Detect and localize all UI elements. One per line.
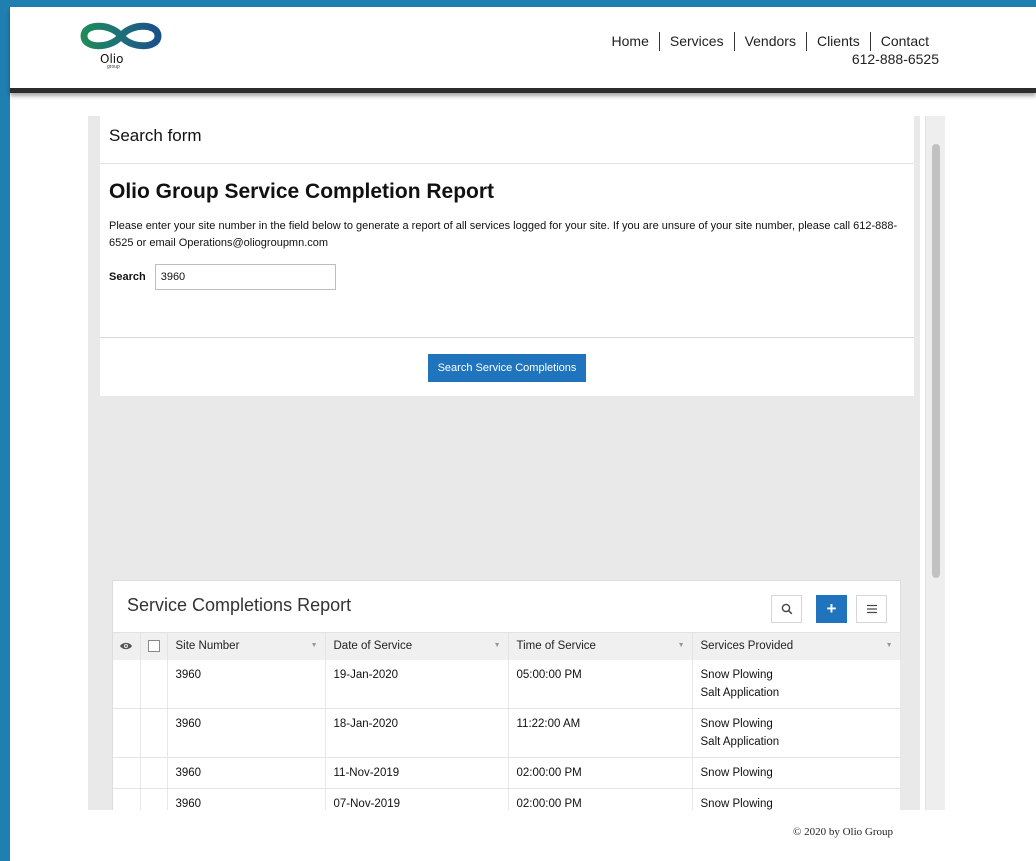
row-select-cell[interactable] xyxy=(140,659,168,709)
nav-services[interactable]: Services xyxy=(658,32,734,51)
cell-services: Snow Plowing Salt Application xyxy=(692,708,901,758)
row-select-cell[interactable] xyxy=(140,708,168,758)
report-table: Site Number ▼ Date of Service ▼ Time of … xyxy=(113,632,901,810)
add-button[interactable]: + xyxy=(816,595,847,623)
nav-vendors[interactable]: Vendors xyxy=(733,32,806,51)
sort-caret-icon[interactable]: ▼ xyxy=(678,642,685,649)
service-item: Snow Plowing xyxy=(700,797,773,810)
cell-services: Snow Plowing Salt Application xyxy=(692,659,901,709)
search-label: Search xyxy=(109,271,146,283)
cell-site-number: 3960 xyxy=(167,708,326,758)
page-scrollbar[interactable] xyxy=(925,116,945,810)
cell-date: 19-Jan-2020 xyxy=(325,659,509,709)
column-header-services-provided[interactable]: Services Provided ▼ xyxy=(692,632,901,660)
cell-date: 18-Jan-2020 xyxy=(325,708,509,758)
sort-caret-icon[interactable]: ▼ xyxy=(494,642,501,649)
site-header: Olio group Home Services Vendors Clients… xyxy=(10,7,1036,93)
menu-icon xyxy=(866,604,877,614)
service-item: Snow Plowing xyxy=(700,717,773,730)
form-body: Olio Group Service Completion Report Ple… xyxy=(100,164,914,338)
plus-icon: + xyxy=(826,599,837,618)
cell-site-number: 3960 xyxy=(167,788,326,810)
search-input[interactable] xyxy=(154,264,336,290)
table-header-row: Site Number ▼ Date of Service ▼ Time of … xyxy=(113,632,901,660)
search-row: Search xyxy=(109,264,905,290)
logo-subtext: group xyxy=(107,64,120,70)
cell-site-number: 3960 xyxy=(167,659,326,709)
nav-contact[interactable]: Contact xyxy=(869,32,939,51)
cell-date: 07-Nov-2019 xyxy=(325,788,509,810)
search-icon xyxy=(781,603,792,615)
select-all-checkbox[interactable] xyxy=(147,640,160,653)
sort-caret-icon[interactable]: ▼ xyxy=(886,642,893,649)
service-item: Snow Plowing xyxy=(700,668,773,681)
content-column: Search form Olio Group Service Completio… xyxy=(88,116,920,810)
service-completions-report: Service Completions Report + Site Number… xyxy=(112,580,901,810)
visibility-column-header[interactable] xyxy=(113,632,141,660)
service-item: Snow Plowing xyxy=(700,766,773,779)
search-form-card: Search form Olio Group Service Completio… xyxy=(100,116,914,396)
cell-services: Snow Plowing xyxy=(692,757,901,789)
form-header: Search form xyxy=(100,116,914,164)
main-nav: Home Services Vendors Clients Contact xyxy=(602,32,939,51)
table-row[interactable]: 3960 18-Jan-2020 11:22:00 AM Snow Plowin… xyxy=(113,708,901,758)
cell-services: Snow Plowing xyxy=(692,788,901,810)
row-visibility-cell xyxy=(113,757,141,789)
row-visibility-cell xyxy=(113,659,141,709)
row-visibility-cell xyxy=(113,708,141,758)
table-row[interactable]: 3960 07-Nov-2019 02:00:00 PM Snow Plowin… xyxy=(113,788,901,810)
cell-time: 05:00:00 PM xyxy=(508,659,693,709)
form-footer: Search Service Completions xyxy=(100,338,914,396)
service-item: Salt Application xyxy=(700,686,780,699)
cell-time: 02:00:00 PM xyxy=(508,788,693,810)
report-title: Service Completions Report xyxy=(127,595,352,615)
eye-icon xyxy=(120,643,133,650)
nav-home[interactable]: Home xyxy=(602,32,659,51)
scrollbar-thumb[interactable] xyxy=(932,144,940,578)
search-service-completions-button[interactable]: Search Service Completions xyxy=(427,354,587,382)
cell-date: 11-Nov-2019 xyxy=(325,757,509,789)
row-select-cell[interactable] xyxy=(140,788,168,810)
column-header-date-of-service[interactable]: Date of Service ▼ xyxy=(325,632,509,660)
copyright: © 2020 by Olio Group xyxy=(793,826,894,838)
table-row[interactable]: 3960 11-Nov-2019 02:00:00 PM Snow Plowin… xyxy=(113,757,901,789)
infinity-logo-icon xyxy=(80,22,162,50)
select-all-header[interactable] xyxy=(140,632,168,660)
service-item: Salt Application xyxy=(700,735,780,748)
row-select-cell[interactable] xyxy=(140,757,168,789)
page-title: Olio Group Service Completion Report xyxy=(109,180,495,203)
cell-site-number: 3960 xyxy=(167,757,326,789)
sort-caret-icon[interactable]: ▼ xyxy=(311,642,318,649)
header-phone[interactable]: 612-888-6525 xyxy=(852,51,939,67)
column-header-time-of-service[interactable]: Time of Service ▼ xyxy=(508,632,693,660)
search-button[interactable] xyxy=(771,595,802,623)
cell-time: 11:22:00 AM xyxy=(508,708,693,758)
row-visibility-cell xyxy=(113,788,141,810)
cell-time: 02:00:00 PM xyxy=(508,757,693,789)
form-description: Please enter your site number in the fie… xyxy=(109,220,898,249)
column-header-site-number[interactable]: Site Number ▼ xyxy=(167,632,326,660)
table-row[interactable]: 3960 19-Jan-2020 05:00:00 PM Snow Plowin… xyxy=(113,659,901,709)
nav-clients[interactable]: Clients xyxy=(805,32,870,51)
olio-logo[interactable]: Olio group xyxy=(76,19,166,70)
report-toolbar: Service Completions Report + xyxy=(113,581,900,632)
menu-button[interactable] xyxy=(856,595,887,623)
